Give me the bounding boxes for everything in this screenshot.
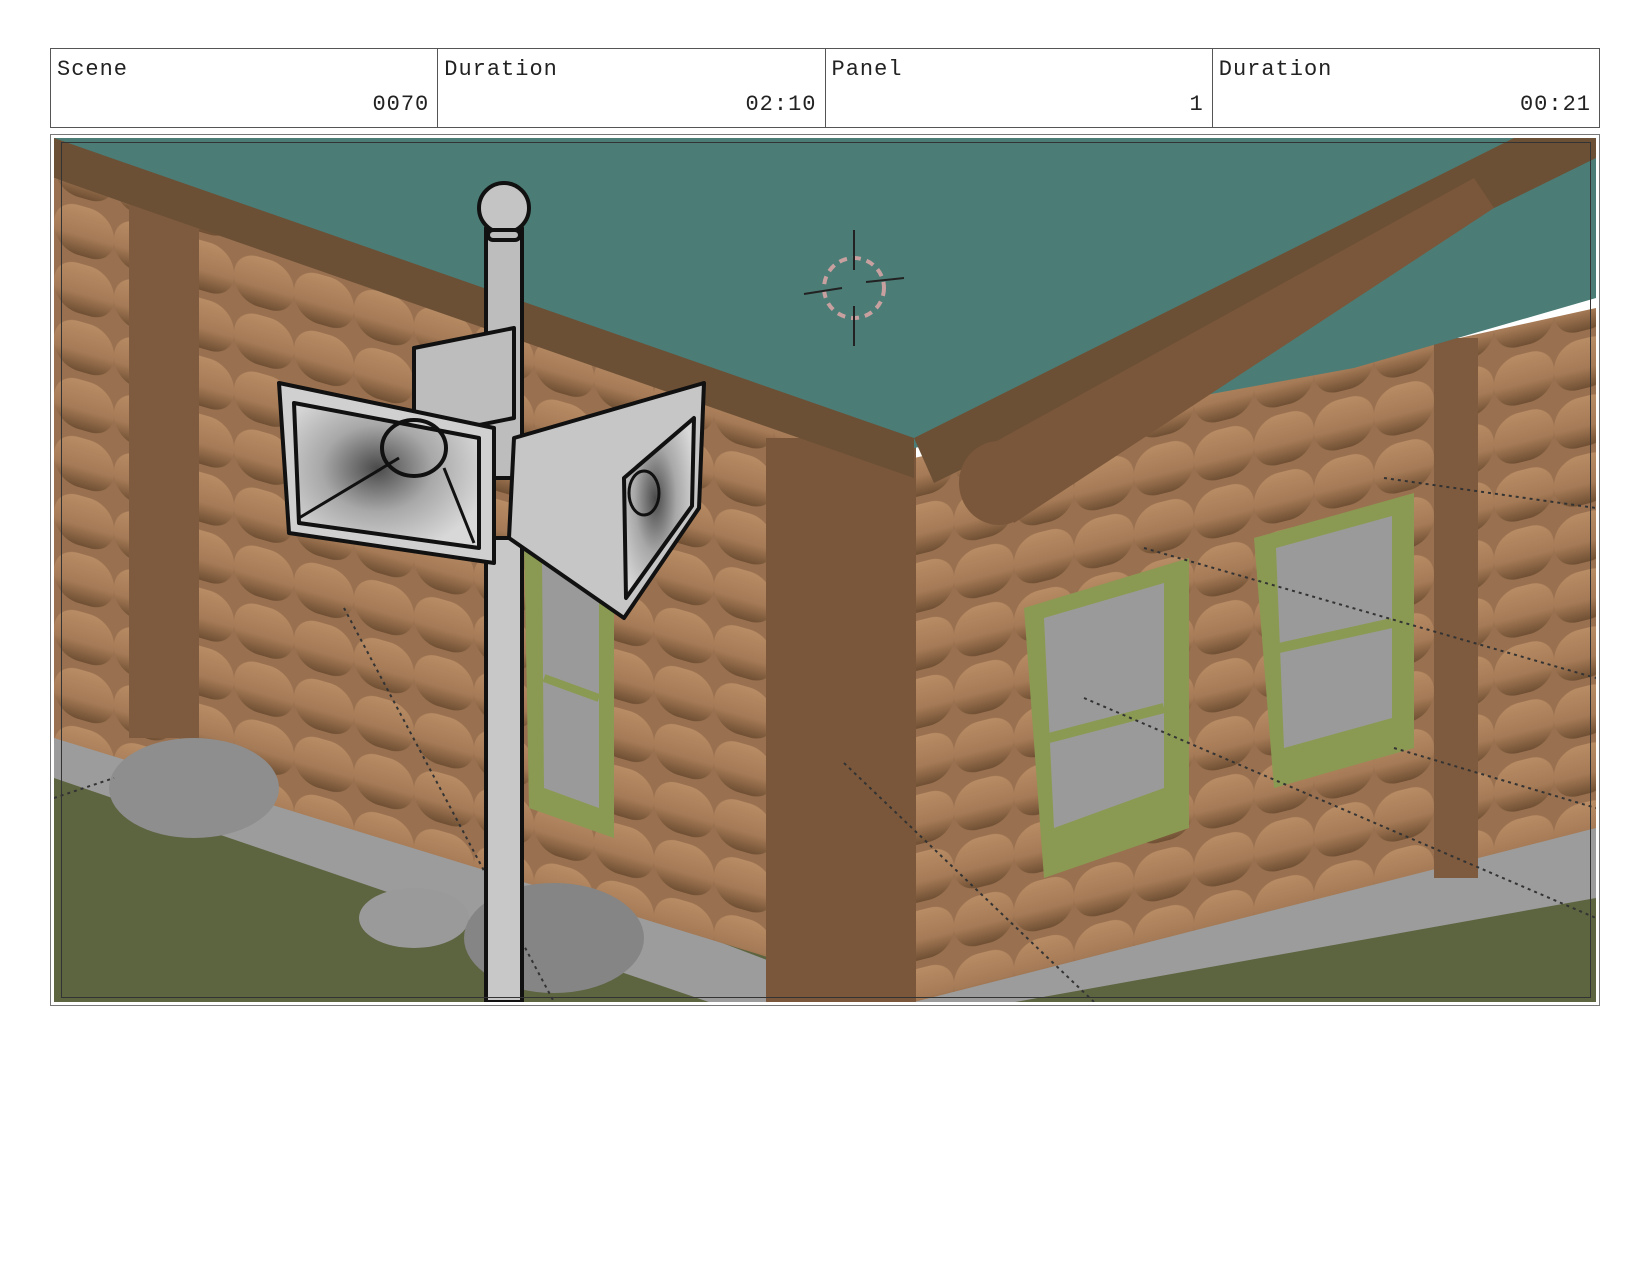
scene-label: Scene xyxy=(57,57,129,82)
panel-number: 1 xyxy=(1189,92,1204,117)
panel-duration-label: Duration xyxy=(1218,57,1333,82)
storyboard-header: Scene 0070 Duration 02:10 Panel 1 Durati… xyxy=(50,48,1600,128)
scene-duration-cell: Duration 02:10 xyxy=(438,49,826,127)
corner-post-left xyxy=(129,178,199,738)
rock-small xyxy=(359,888,469,948)
storyboard-panel xyxy=(54,138,1596,1002)
scene-number: 0070 xyxy=(372,92,430,117)
scene-duration-value: 02:10 xyxy=(745,92,817,117)
window-1 xyxy=(1024,558,1189,878)
panel-cell: Panel 1 xyxy=(826,49,1213,127)
panel-drawing xyxy=(54,138,1596,1002)
corner-post-right xyxy=(1434,338,1478,878)
window-2 xyxy=(1254,493,1414,788)
panel-duration-value: 00:21 xyxy=(1519,92,1591,117)
panel-label: Panel xyxy=(831,57,903,82)
panel-duration-cell: Duration 00:21 xyxy=(1213,49,1599,127)
scene-duration-label: Duration xyxy=(444,57,558,82)
scene-cell: Scene 0070 xyxy=(51,49,439,127)
corner-post-center xyxy=(766,438,916,1002)
rock-large xyxy=(109,738,279,838)
